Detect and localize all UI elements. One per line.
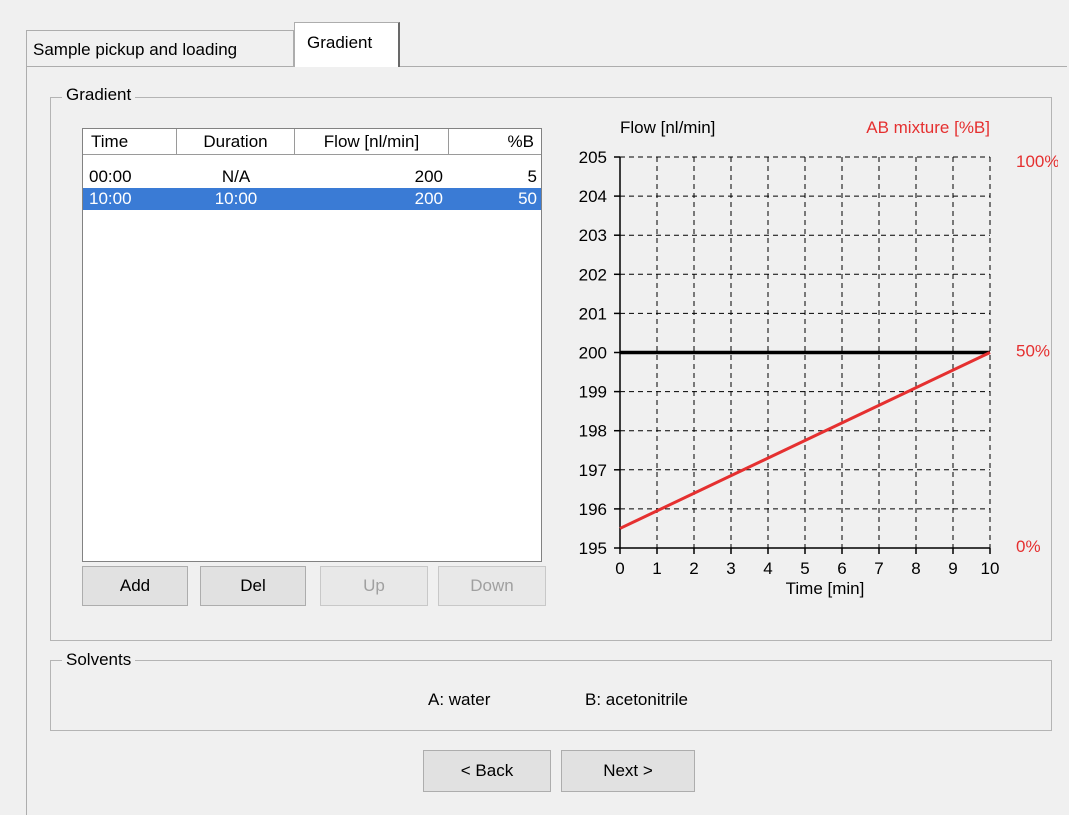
y-left-tick-label: 201 bbox=[579, 304, 607, 323]
y-left-tick-label: 200 bbox=[579, 344, 607, 363]
x-tick-label: 5 bbox=[800, 559, 809, 578]
gradient-chart: 0 1 2 3 4 5 6 7 8 9 10 195 196 197 198 199 200 201 202 203 2… bbox=[548, 112, 1060, 632]
add-button[interactable]: Add bbox=[82, 566, 188, 606]
cell-duration: N/A bbox=[221, 167, 251, 186]
y-right-tick-label: 0% bbox=[1016, 537, 1041, 556]
y-right-tick-label: 100% bbox=[1016, 152, 1058, 171]
gradient-table[interactable]: Time Duration Flow [nl/min] %B 00:00 N/A… bbox=[82, 128, 542, 562]
tab-gradient[interactable]: Gradient bbox=[294, 22, 400, 67]
cell-percent-b: 5 bbox=[527, 167, 537, 186]
gradient-group-label: Gradient bbox=[62, 86, 136, 104]
delete-button[interactable]: Del bbox=[200, 566, 306, 606]
y-left-tick-label: 198 bbox=[579, 422, 607, 441]
solvents-group-label: Solvents bbox=[62, 651, 136, 669]
column-flow[interactable]: Flow [nl/min] bbox=[295, 129, 449, 155]
y-left-tick-label: 195 bbox=[579, 539, 607, 558]
cell-duration: 10:00 bbox=[214, 189, 258, 208]
cell-time: 10:00 bbox=[89, 189, 132, 208]
x-tick-label: 4 bbox=[763, 559, 772, 578]
tab-sample-pickup[interactable]: Sample pickup and loading bbox=[26, 30, 294, 66]
column-percent-b[interactable]: %B bbox=[449, 129, 541, 155]
cell-time: 00:00 bbox=[89, 167, 132, 186]
x-axis-title: Time [min] bbox=[786, 579, 865, 598]
move-up-button[interactable]: Up bbox=[320, 566, 428, 606]
cell-percent-b: 50 bbox=[518, 189, 537, 208]
move-down-button[interactable]: Down bbox=[438, 566, 546, 606]
y-left-tick-label: 202 bbox=[579, 265, 607, 284]
solvent-a-label: A: water bbox=[428, 690, 491, 709]
column-time[interactable]: Time bbox=[83, 129, 177, 155]
x-tick-label: 10 bbox=[981, 559, 1000, 578]
y-left-tick-label: 205 bbox=[579, 148, 607, 167]
x-tick-label: 8 bbox=[911, 559, 920, 578]
left-axis-title: Flow [nl/min] bbox=[620, 118, 715, 137]
x-tick-label: 9 bbox=[948, 559, 957, 578]
y-right-tick-label: 50% bbox=[1016, 342, 1050, 361]
x-tick-label: 6 bbox=[837, 559, 846, 578]
x-tick-label: 3 bbox=[726, 559, 735, 578]
x-tick-label: 1 bbox=[652, 559, 661, 578]
y-left-tick-label: 203 bbox=[579, 226, 607, 245]
x-tick-label: 2 bbox=[689, 559, 698, 578]
back-button[interactable]: < Back bbox=[423, 750, 551, 792]
solvent-b-label: B: acetonitrile bbox=[585, 690, 688, 709]
next-button[interactable]: Next > bbox=[561, 750, 695, 792]
table-row[interactable]: 00:00 N/A 200 5 bbox=[83, 166, 541, 188]
cell-flow: 200 bbox=[414, 167, 443, 186]
y-left-tick-label: 196 bbox=[579, 500, 607, 519]
x-tick-label: 0 bbox=[615, 559, 624, 578]
right-axis-title: AB mixture [%B] bbox=[866, 118, 990, 137]
table-header: Time Duration Flow [nl/min] %B bbox=[83, 129, 541, 155]
gradient-chart-svg: 0 1 2 3 4 5 6 7 8 9 10 195 196 197 198 199 200 201 202 203 2… bbox=[579, 118, 1060, 598]
cell-flow: 200 bbox=[414, 189, 443, 208]
solvents-groupbox bbox=[50, 660, 1052, 731]
y-left-tick-label: 204 bbox=[579, 187, 607, 206]
table-row[interactable]: 10:00 10:00 200 50 bbox=[83, 188, 541, 210]
y-left-tick-label: 197 bbox=[579, 461, 607, 480]
y-left-tick-label: 199 bbox=[579, 383, 607, 402]
x-tick-label: 7 bbox=[874, 559, 883, 578]
column-duration[interactable]: Duration bbox=[177, 129, 295, 155]
